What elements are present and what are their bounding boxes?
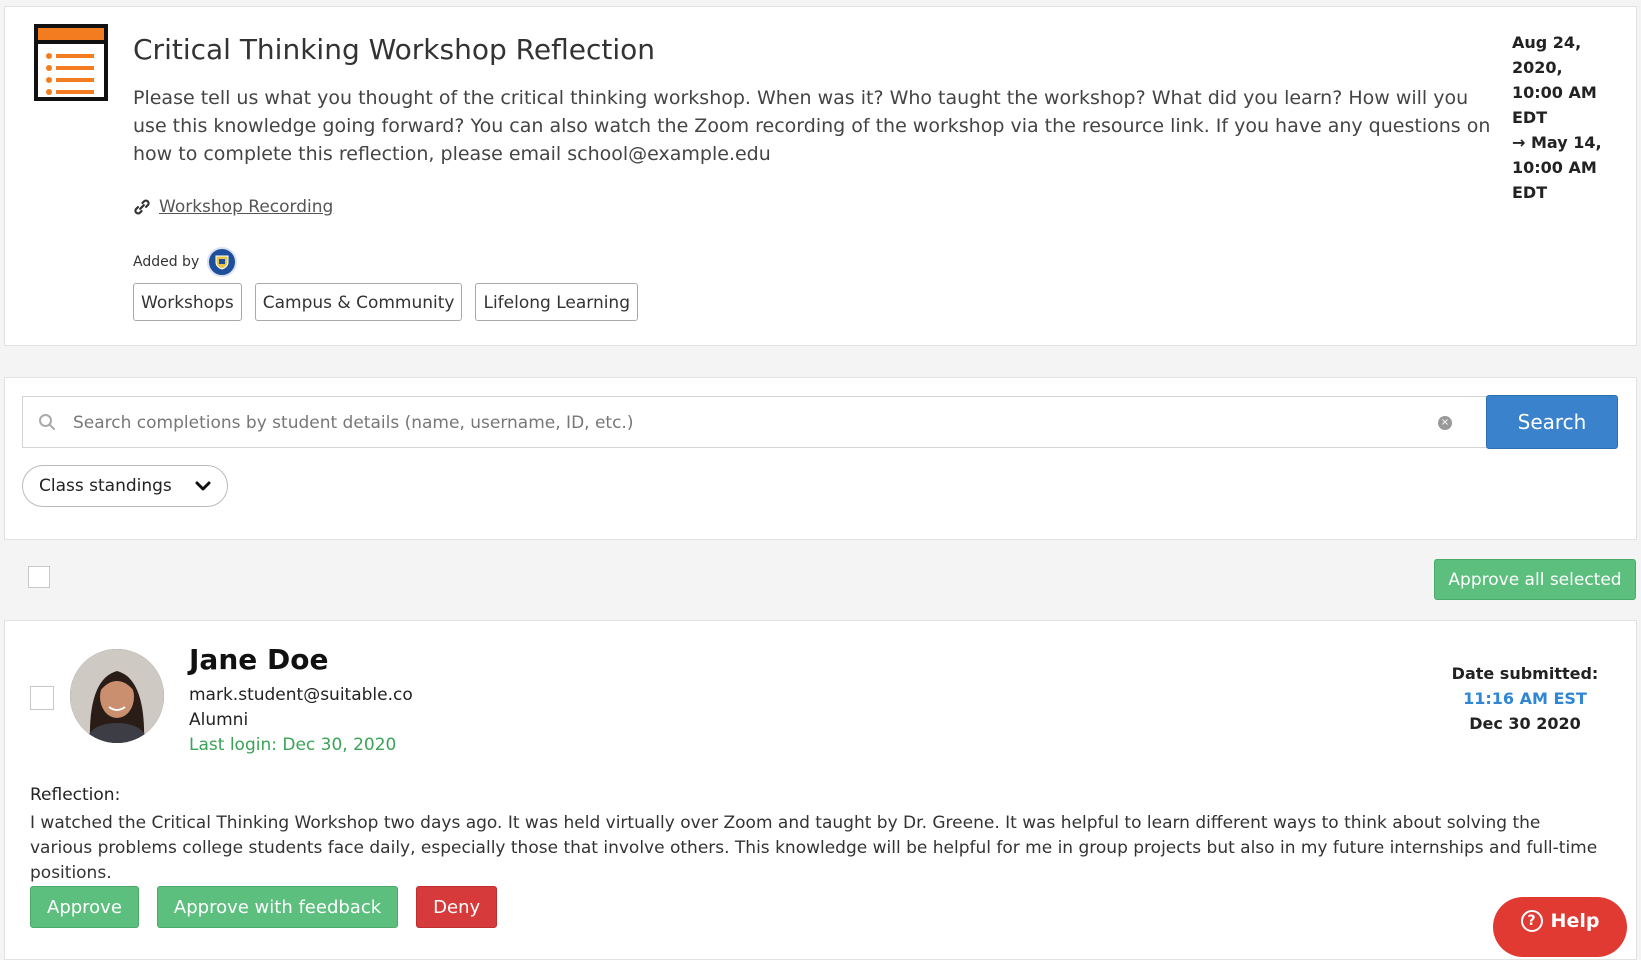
tag-list: Workshops Campus & Community Lifelong Le… [133, 283, 639, 321]
submission-actions: Approve Approve with feedback Deny [30, 886, 498, 928]
tag-workshops: Workshops [133, 283, 242, 321]
search-field[interactable]: × [22, 396, 1488, 449]
chevron-down-icon [195, 481, 211, 491]
date-start: Aug 24, 2020, 10:00 AM EDT [1512, 33, 1597, 127]
search-icon [39, 414, 55, 430]
question-mark-icon: ? [1520, 909, 1543, 932]
document-list-icon [34, 24, 108, 101]
submitted-time: 11:16 AM EST [1463, 689, 1587, 708]
avatar [70, 649, 164, 743]
select-all-checkbox[interactable] [28, 566, 50, 588]
reflection-text: I watched the Critical Thinking Workshop… [30, 813, 1598, 883]
student-class-standing: Alumni [189, 710, 249, 730]
submitted-date: Dec 30 2020 [1469, 714, 1581, 733]
workshop-recording-link[interactable]: Workshop Recording [159, 197, 333, 217]
student-last-login: Last login: Dec 30, 2020 [189, 735, 397, 755]
submission-checkbox[interactable] [30, 686, 54, 710]
tag-lifelong-learning: Lifelong Learning [475, 283, 639, 321]
experience-title: Critical Thinking Workshop Reflection [133, 33, 655, 66]
search-card: × Search Class standings [4, 377, 1637, 540]
tag-campus-community: Campus & Community [254, 283, 463, 321]
link-icon [134, 199, 150, 215]
approve-all-selected-button[interactable]: Approve all selected [1434, 559, 1636, 600]
search-button[interactable]: Search [1486, 395, 1618, 449]
reflection-label: Reflection: [30, 785, 121, 805]
approve-button[interactable]: Approve [30, 886, 139, 928]
date-submitted-label: Date submitted: [1451, 664, 1599, 683]
help-button[interactable]: ? Help [1493, 897, 1627, 957]
arrow-right-icon: → [1512, 133, 1531, 152]
approve-with-feedback-button[interactable]: Approve with feedback [156, 886, 399, 928]
deny-button[interactable]: Deny [416, 886, 498, 928]
search-input[interactable] [71, 397, 1435, 449]
help-label: Help [1550, 909, 1600, 932]
experience-header-card: Critical Thinking Workshop Reflection Pl… [4, 6, 1637, 346]
class-standings-label: Class standings [39, 476, 172, 496]
student-name: Jane Doe [189, 643, 329, 676]
clear-search-icon[interactable]: × [1438, 416, 1452, 430]
added-by: Added by [133, 247, 238, 277]
date-end-row: → May 14, 10:00 AM EDT [1512, 130, 1617, 205]
resource-link-row[interactable]: Workshop Recording [133, 197, 333, 217]
school-seal-icon [207, 247, 238, 277]
class-standings-select[interactable]: Class standings [22, 465, 228, 507]
experience-date-range: Aug 24, 2020, 10:00 AM EDT → May 14, 10:… [1512, 30, 1617, 205]
student-email: mark.student@suitable.co [189, 685, 413, 705]
submission-card: Jane Doe mark.student@suitable.co Alumni… [4, 620, 1637, 960]
date-submitted: Date submitted: 11:16 AM EST Dec 30 2020 [1445, 661, 1605, 736]
added-by-label: Added by [133, 254, 200, 270]
experience-description: Please tell us what you thought of the c… [133, 87, 1491, 165]
